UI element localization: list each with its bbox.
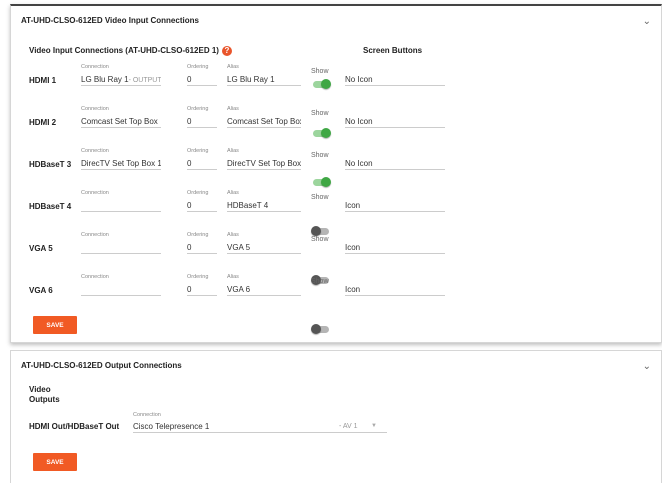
show-label: Show — [311, 68, 329, 75]
section-title-text: Video Input Connections (AT-UHD-CLSO-612… — [29, 46, 219, 56]
alias-label: Alias — [227, 232, 239, 238]
ordering-field[interactable]: 0 — [187, 284, 217, 296]
screen-button-select[interactable]: Icon — [345, 200, 445, 212]
toggle-knob — [321, 177, 331, 187]
panel-title: AT-UHD-CLSO-612ED Video Input Connection… — [21, 16, 199, 25]
show-label: Show — [311, 278, 329, 285]
alias-field[interactable]: DirecTV Set Top Box — [227, 158, 301, 170]
panel-header[interactable]: AT-UHD-CLSO-612ED Output Connections ⌄ — [11, 351, 661, 379]
show-label: Show — [311, 152, 329, 159]
ordering-label: Ordering — [187, 64, 209, 70]
ordering-label: Ordering — [187, 274, 209, 280]
ordering-field[interactable]: 0 — [187, 116, 217, 128]
show-label: Show — [311, 236, 329, 243]
screen-button-select[interactable]: Icon — [345, 284, 445, 296]
screen-buttons-title: Screen Buttons — [363, 46, 423, 55]
toggle-knob — [321, 128, 331, 138]
screen-button-select[interactable]: No Icon — [345, 116, 445, 128]
video-outputs-title-line2: Outputs — [29, 395, 60, 404]
ordering-field[interactable]: 0 — [187, 242, 217, 254]
ordering-label: Ordering — [187, 190, 209, 196]
connection-label: Connection — [81, 106, 109, 112]
input-row: VGA 5 Connection Ordering 0 Alias VGA 5 … — [11, 34, 661, 285]
save-button[interactable]: SAVE — [33, 316, 77, 334]
show-label: Show — [311, 110, 329, 117]
output-row-label: HDMI Out/HDBaseT Out — [29, 422, 120, 431]
caret-down-icon[interactable]: ▼ — [371, 421, 377, 432]
chevron-down-icon[interactable]: ⌄ — [643, 16, 651, 27]
output-connection-select[interactable]: Cisco Telepresence 1 - AV 1 ▼ — [133, 421, 387, 433]
toggle-knob — [321, 79, 331, 89]
connection-field[interactable] — [81, 242, 161, 254]
chevron-down-icon[interactable]: ⌄ — [643, 361, 651, 372]
connection-value: LG Blu Ray 1 — [81, 75, 129, 84]
connection-label: Connection — [81, 148, 109, 154]
screen-button-select[interactable]: No Icon — [345, 74, 445, 86]
input-row-label: VGA 6 — [29, 286, 53, 295]
input-row-label: HDBaseT 3 — [29, 160, 72, 169]
connection-value: DirecTV Set Top Box 1 — [81, 159, 161, 168]
output-connection-label: Connection — [133, 412, 161, 418]
connection-label: Connection — [81, 232, 109, 238]
input-row-label: HDMI 1 — [29, 76, 57, 85]
show-toggle[interactable] — [311, 324, 329, 334]
ordering-label: Ordering — [187, 232, 209, 238]
panel-header[interactable]: AT-UHD-CLSO-612ED Video Input Connection… — [11, 6, 661, 34]
ordering-label: Ordering — [187, 148, 209, 154]
ordering-label: Ordering — [187, 106, 209, 112]
alias-label: Alias — [227, 106, 239, 112]
output-connections-panel: AT-UHD-CLSO-612ED Output Connections ⌄ V… — [10, 350, 662, 483]
connection-label: Connection — [81, 274, 109, 280]
alias-field[interactable]: HDBaseT 4 — [227, 200, 301, 212]
show-toggle[interactable] — [313, 79, 331, 89]
connection-value: Comcast Set Top Box — [81, 117, 158, 126]
connection-label: Connection — [81, 190, 109, 196]
alias-field[interactable]: VGA 6 — [227, 284, 301, 296]
alias-field[interactable]: VGA 5 — [227, 242, 301, 254]
toggle-knob — [311, 324, 321, 334]
connection-field[interactable]: DirecTV Set Top Box 1 — [81, 158, 161, 170]
input-row-label: HDBaseT 4 — [29, 202, 72, 211]
toggle-knob — [311, 226, 321, 236]
ordering-field[interactable]: 0 — [187, 158, 217, 170]
help-icon[interactable]: ? — [221, 46, 232, 56]
connection-suffix: - OUTPUT — [128, 77, 161, 84]
input-row-label: VGA 5 — [29, 244, 53, 253]
connection-field[interactable]: Comcast Set Top Box — [81, 116, 161, 128]
connection-field[interactable] — [81, 284, 161, 296]
show-toggle[interactable] — [313, 177, 331, 187]
show-toggle[interactable] — [311, 226, 329, 236]
screen-button-select[interactable]: Icon — [345, 242, 445, 254]
show-label: Show — [311, 194, 329, 201]
section-title: Video Input Connections (AT-UHD-CLSO-612… — [29, 46, 232, 56]
alias-label: Alias — [227, 274, 239, 280]
video-outputs-title-line1: Video — [29, 385, 51, 394]
save-button[interactable]: SAVE — [33, 453, 77, 471]
panel-title: AT-UHD-CLSO-612ED Output Connections — [21, 361, 182, 370]
alias-label: Alias — [227, 148, 239, 154]
alias-label: Alias — [227, 64, 239, 70]
connection-field[interactable] — [81, 200, 161, 212]
connection-label: Connection — [81, 64, 109, 70]
alias-field[interactable]: Comcast Set Top Box — [227, 116, 301, 128]
video-input-connections-panel: AT-UHD-CLSO-612ED Video Input Connection… — [10, 4, 662, 343]
input-row-label: HDMI 2 — [29, 118, 57, 127]
connection-field[interactable]: LG Blu Ray 1- OUTPUT — [81, 74, 161, 86]
output-connection-suffix: - AV 1 — [339, 423, 358, 430]
show-toggle[interactable] — [313, 128, 331, 138]
ordering-field[interactable]: 0 — [187, 74, 217, 86]
output-connection-value: Cisco Telepresence 1 — [133, 422, 210, 431]
alias-label: Alias — [227, 190, 239, 196]
alias-field[interactable]: LG Blu Ray 1 — [227, 74, 301, 86]
ordering-field[interactable]: 0 — [187, 200, 217, 212]
screen-button-select[interactable]: No Icon — [345, 158, 445, 170]
video-outputs-title: Video Outputs — [29, 385, 60, 405]
